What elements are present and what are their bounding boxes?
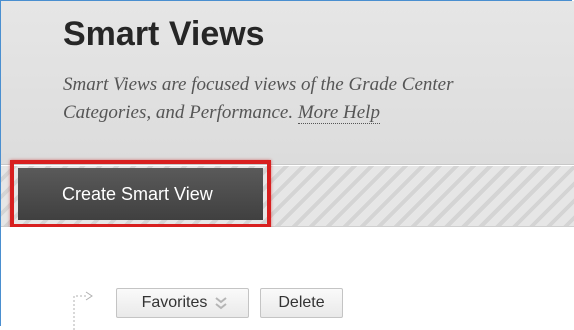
page-description: Smart Views are focused views of the Gra… [63, 71, 568, 127]
more-help-link[interactable]: More Help [297, 102, 380, 124]
tree-connector-icon [73, 291, 93, 330]
double-chevron-down-icon [215, 296, 228, 310]
favorites-label: Favorites [141, 294, 208, 311]
description-line-2: Categories, and Performance. More Help [63, 99, 568, 127]
page-header: Smart Views Smart Views are focused view… [1, 1, 574, 165]
delete-button[interactable]: Delete [260, 288, 343, 318]
description-line-2-text: Categories, and Performance. [63, 102, 298, 123]
highlight-box: Create Smart View [10, 160, 271, 228]
create-smart-view-button[interactable]: Create Smart View [18, 168, 263, 220]
favorites-button[interactable]: Favorites [116, 288, 249, 318]
page-title: Smart Views [63, 15, 265, 53]
description-line-1: Smart Views are focused views of the Gra… [63, 74, 454, 95]
